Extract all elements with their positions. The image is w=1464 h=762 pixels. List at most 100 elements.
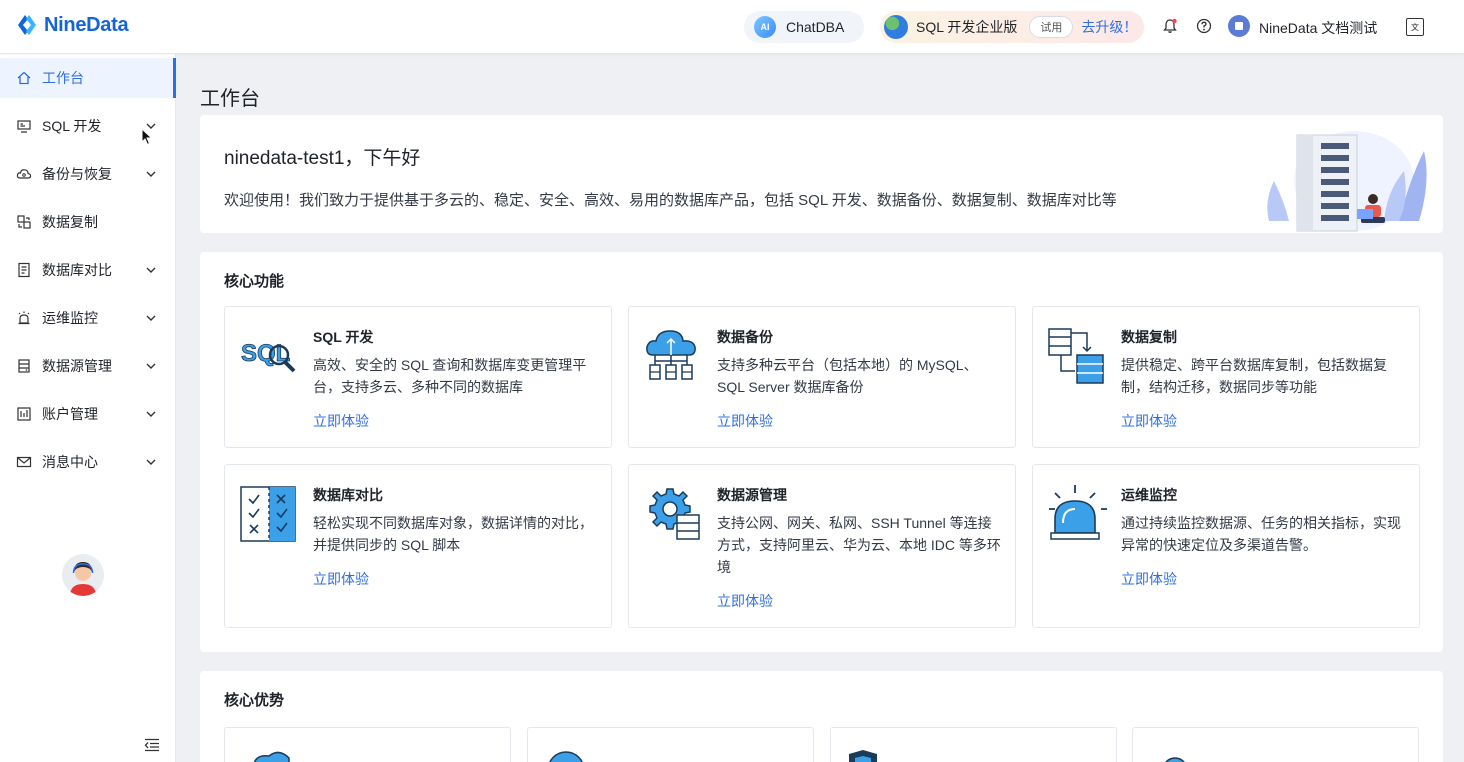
- alarm-light-icon: [1049, 485, 1107, 540]
- sidebar-item-compare[interactable]: 数据库对比: [0, 250, 176, 290]
- card-title: 运维监控: [1121, 487, 1177, 503]
- database-icon: [18, 359, 30, 373]
- home-icon: [17, 71, 31, 85]
- intro-text: 欢迎使用！我们致力于提供基于多云的、稳定、安全、高效、易用的数据库产品，包括 S…: [224, 192, 1117, 209]
- card-desc: 轻松实现不同数据库对象，数据详情的对比，并提供同步的 SQL 脚本: [313, 515, 593, 553]
- main-content: 工作台 ninedata-test1，下午好 欢迎使用！我们致力于提供基于多云的…: [176, 54, 1464, 762]
- user-icon: [1235, 22, 1243, 30]
- card-desc: 支持多种云平台（包括本地）的 MySQL、SQL Server 数据库备份: [717, 357, 978, 395]
- chatdba-label: ChatDBA: [786, 19, 845, 35]
- sidebar-item-label: 数据库对比: [42, 262, 112, 278]
- sidebar-item-label: 运维监控: [42, 310, 98, 326]
- feature-card-datasource[interactable]: 数据源管理 支持公网、网关、私网、SSH Tunnel 等连接方式，支持阿里云、…: [628, 464, 1016, 628]
- logo[interactable]: NineData: [14, 12, 129, 38]
- support-agent-icon: [62, 554, 104, 596]
- sidebar-item-label: 工作台: [42, 70, 84, 86]
- sidebar-item-datasource[interactable]: 数据源管理: [0, 346, 176, 386]
- logo-text: NineData: [44, 13, 129, 36]
- sidebar-item-label: 账户管理: [42, 406, 98, 422]
- try-now-link[interactable]: 立即体验: [1121, 411, 1177, 431]
- chevron-down-icon[interactable]: [144, 167, 158, 181]
- bell-icon[interactable]: [1162, 18, 1178, 34]
- card-desc: 高效、安全的 SQL 查询和数据库变更管理平台，支持多云、多种不同的数据库: [313, 357, 587, 395]
- ninedata-logo-icon: [18, 15, 36, 35]
- edition-banner[interactable]: SQL 开发企业版 试用 去升级！: [880, 11, 1144, 43]
- chevron-down-icon[interactable]: [144, 359, 158, 373]
- card-title: 数据库对比: [313, 487, 383, 503]
- sidebar: 工作台 SQL 开发 备份与恢复 数据复制 数据库对比 运维监控 数据源管理 账…: [0, 54, 176, 762]
- upgrade-link[interactable]: 去升级！: [1081, 17, 1137, 37]
- card-title: 数据复制: [1121, 329, 1177, 345]
- sidebar-item-label: 数据复制: [42, 214, 98, 230]
- mail-icon: [16, 456, 32, 468]
- server-illustration: [1267, 131, 1427, 232]
- globe-icon: [549, 751, 583, 762]
- card-desc: 通过持续监控数据源、任务的相关指标，实现异常的快速定位及多渠道告警。: [1121, 515, 1401, 553]
- page-title: 工作台: [200, 88, 260, 110]
- edition-label: SQL 开发企业版: [916, 19, 1018, 35]
- copy-icon: [17, 215, 31, 229]
- advantage-card: [527, 727, 814, 762]
- bulb-icon: [1165, 757, 1185, 762]
- welcome-panel: ninedata-test1，下午好 欢迎使用！我们致力于提供基于多云的、稳定、…: [200, 115, 1443, 233]
- support-avatar[interactable]: [62, 554, 104, 596]
- feature-card-compare[interactable]: 数据库对比 轻松实现不同数据库对象，数据详情的对比，并提供同步的 SQL 脚本 …: [224, 464, 612, 628]
- gear-database-icon: [649, 488, 700, 540]
- try-now-link[interactable]: 立即体验: [717, 411, 773, 431]
- top-bar: NineData AI ChatDBA SQL 开发企业版 试用 去升级！ Ni…: [0, 0, 1464, 54]
- try-now-link[interactable]: 立即体验: [717, 591, 773, 611]
- sidebar-item-label: 数据源管理: [42, 358, 112, 374]
- user-avatar[interactable]: [1228, 15, 1250, 37]
- advantage-card: [1132, 727, 1419, 762]
- section-title: 核心功能: [224, 273, 285, 290]
- compare-icon: [18, 262, 30, 278]
- card-desc: 支持公网、网关、私网、SSH Tunnel 等连接方式，支持阿里云、华为云、本地…: [717, 515, 1001, 575]
- greeting: ninedata-test1，下午好: [224, 148, 421, 169]
- core-advantages-section: 核心优势: [200, 671, 1443, 762]
- globe-icon: [884, 15, 908, 39]
- language-icon[interactable]: 文: [1406, 18, 1424, 36]
- feature-card-backup[interactable]: 数据备份 支持多种云平台（包括本地）的 MySQL、SQL Server 数据库…: [628, 306, 1016, 448]
- chatdba-button[interactable]: AI ChatDBA: [744, 11, 864, 43]
- chevron-down-icon[interactable]: [144, 455, 158, 469]
- cloud-icon: [16, 169, 32, 179]
- sidebar-item-workbench[interactable]: 工作台: [0, 58, 176, 98]
- try-now-link[interactable]: 立即体验: [1121, 569, 1177, 589]
- feature-card-replication[interactable]: 数据复制 提供稳定、跨平台数据库复制，包括数据复制，结构迁移，数据同步等功能 立…: [1032, 306, 1420, 448]
- sidebar-item-replication[interactable]: 数据复制: [0, 202, 176, 242]
- advantage-card: [830, 727, 1117, 762]
- mouse-cursor-icon: [141, 128, 153, 146]
- user-name[interactable]: NineData 文档测试: [1259, 18, 1377, 38]
- chevron-down-icon[interactable]: [144, 311, 158, 325]
- ai-icon: AI: [754, 16, 776, 38]
- try-now-link[interactable]: 立即体验: [313, 411, 369, 431]
- card-title: 数据备份: [717, 329, 773, 345]
- sidebar-item-messages[interactable]: 消息中心: [0, 442, 176, 482]
- trial-badge: 试用: [1029, 16, 1074, 38]
- section-title: 核心优势: [224, 692, 285, 709]
- sidebar-item-backup[interactable]: 备份与恢复: [0, 154, 176, 194]
- feature-card-sql[interactable]: SQL SQL 开发 高效、安全的 SQL 查询和数据库变更管理平台，支持多云、…: [224, 306, 612, 448]
- card-desc: 提供稳定、跨平台数据库复制，包括数据复制，结构迁移，数据同步等功能: [1121, 357, 1387, 395]
- try-now-link[interactable]: 立即体验: [313, 569, 369, 589]
- card-title: SQL 开发: [313, 329, 374, 345]
- account-icon: [17, 407, 31, 421]
- chevron-down-icon[interactable]: [144, 407, 158, 421]
- alarm-icon: [18, 311, 30, 325]
- cloud-backup-icon: [646, 330, 696, 380]
- advantage-card: [224, 727, 511, 762]
- monitor-icon: [17, 120, 31, 133]
- feature-card-monitoring[interactable]: 运维监控 通过持续监控数据源、任务的相关指标，实现异常的快速定位及多渠道告警。 …: [1032, 464, 1420, 628]
- sidebar-item-account[interactable]: 账户管理: [0, 394, 176, 434]
- sidebar-item-label: 消息中心: [42, 454, 98, 470]
- chevron-down-icon[interactable]: [144, 263, 158, 277]
- shield-icon: [849, 750, 877, 762]
- cloud-icon: [253, 751, 290, 762]
- card-title: 数据源管理: [717, 487, 787, 503]
- sidebar-item-monitoring[interactable]: 运维监控: [0, 298, 176, 338]
- help-icon[interactable]: [1196, 18, 1212, 34]
- sidebar-item-label: 备份与恢复: [42, 166, 112, 182]
- sidebar-item-label: SQL 开发: [42, 118, 102, 134]
- replication-icon: [1048, 328, 1104, 384]
- collapse-sidebar-icon[interactable]: [144, 738, 160, 752]
